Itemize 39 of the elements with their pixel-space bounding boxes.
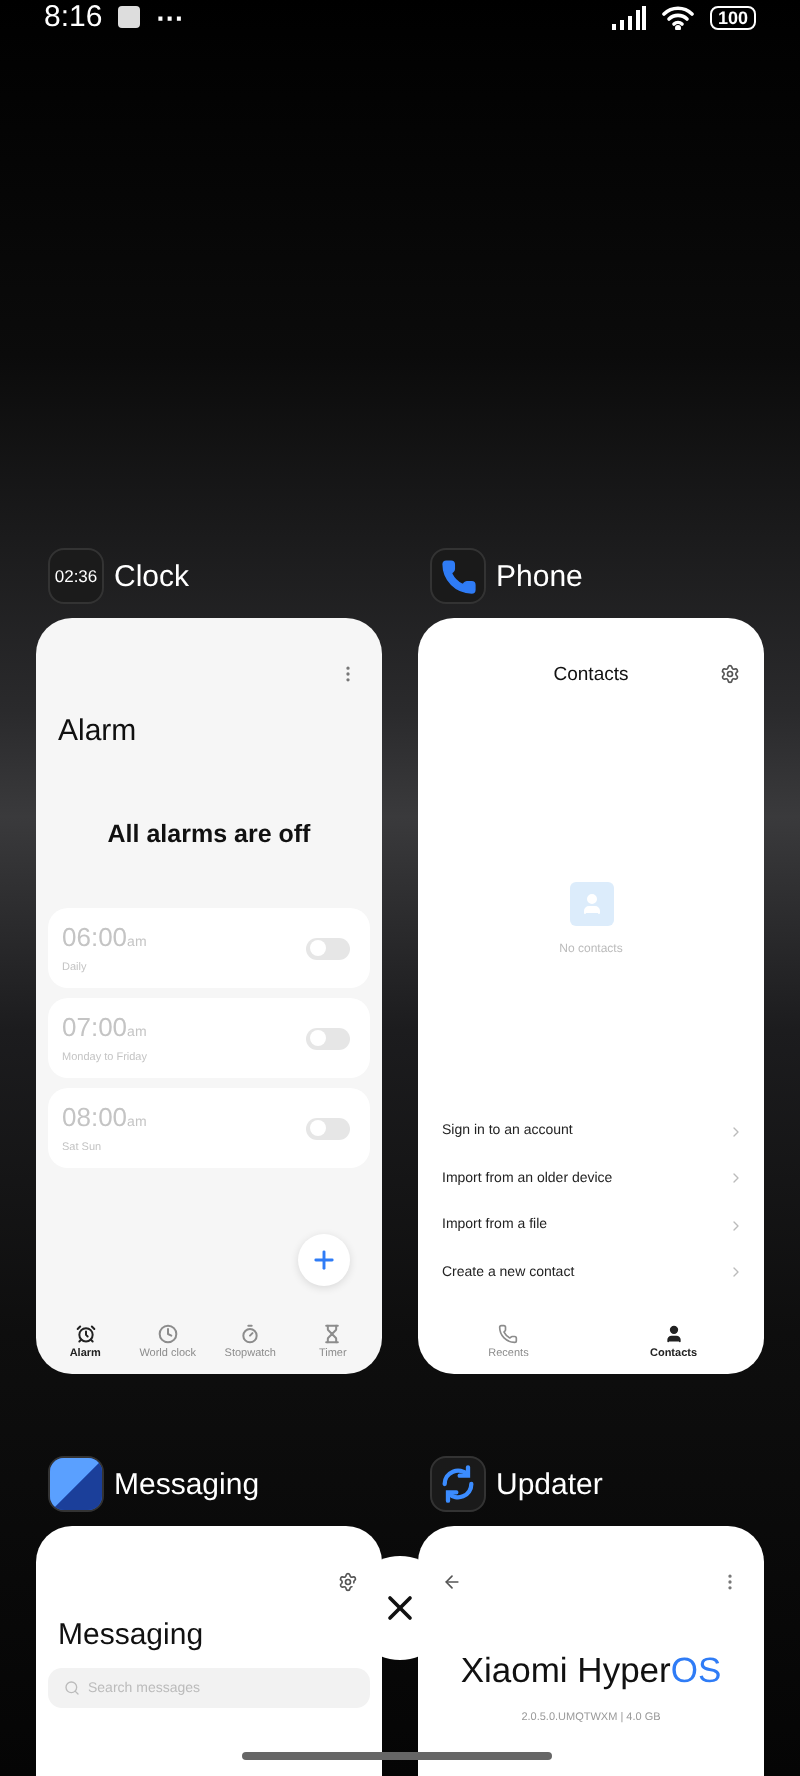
back-icon xyxy=(442,1572,462,1592)
wifi-icon xyxy=(661,5,694,29)
more-notifications: ··· xyxy=(156,1,185,33)
tab-icon xyxy=(498,1324,519,1344)
app-name: Clock xyxy=(114,559,190,593)
page-title: Messaging xyxy=(56,1616,206,1652)
page-title: Contacts xyxy=(551,663,631,685)
signal-icon xyxy=(611,5,646,29)
page-title: Alarm xyxy=(56,712,139,748)
chevron-icon xyxy=(728,1170,744,1187)
status-time: 8:16 xyxy=(44,0,103,34)
messaging-app-icon[interactable] xyxy=(48,1456,104,1512)
add-button[interactable] xyxy=(298,1234,350,1286)
os-title: Xiaomi HyperOS xyxy=(458,1650,724,1692)
chevron-icon xyxy=(728,1217,744,1234)
alarm-toggle[interactable] xyxy=(306,1027,350,1049)
plus-icon xyxy=(310,1246,338,1274)
tab-icon xyxy=(240,1324,261,1344)
contact-placeholder-icon xyxy=(569,882,613,926)
empty-message: All alarms are off xyxy=(105,820,313,848)
tab-icon xyxy=(663,1324,684,1344)
chevron-icon xyxy=(728,1264,744,1281)
battery-level: 100 xyxy=(709,5,756,29)
alarm-toggle[interactable] xyxy=(306,1117,350,1139)
clock-app-icon[interactable]: 02:36 xyxy=(48,548,104,604)
tab-icon xyxy=(157,1324,178,1344)
search-icon xyxy=(64,1680,80,1696)
settings-icon xyxy=(720,664,740,684)
tab-icon xyxy=(75,1324,96,1344)
phone-app-icon[interactable] xyxy=(430,548,486,604)
app-name: Updater xyxy=(496,1467,603,1501)
chevron-icon xyxy=(728,1123,744,1140)
tab-icon xyxy=(322,1324,343,1344)
settings-icon xyxy=(338,1572,358,1592)
app-name: Phone xyxy=(496,559,583,593)
updater-app-icon[interactable] xyxy=(430,1456,486,1512)
alarm-toggle[interactable] xyxy=(306,937,350,959)
notification-icon xyxy=(118,6,141,28)
app-name: Messaging xyxy=(114,1467,260,1501)
